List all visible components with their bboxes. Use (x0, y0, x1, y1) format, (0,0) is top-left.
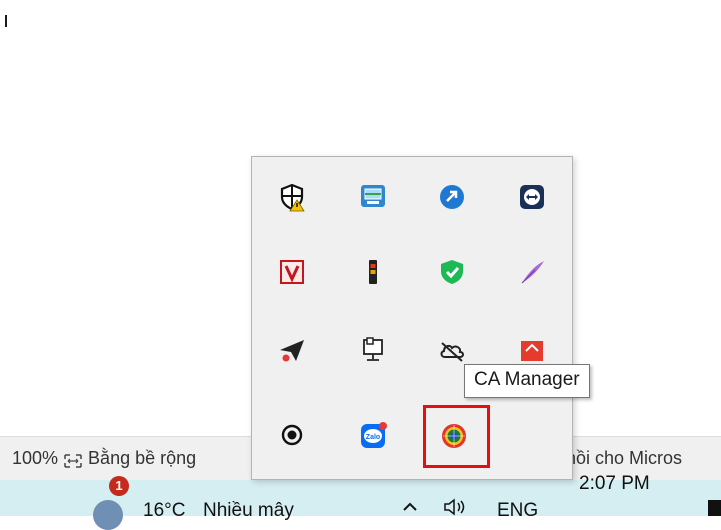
record-circle-icon[interactable] (272, 415, 312, 455)
status-right-text: hồi cho Micros (566, 448, 683, 468)
zoom-level[interactable]: 100% (12, 448, 58, 469)
clock-time[interactable]: 2:07 PM (579, 473, 650, 495)
zalo-icon[interactable]: Zalo (353, 415, 393, 455)
window-edge-mark (5, 15, 7, 27)
svg-text:Zalo: Zalo (366, 434, 380, 441)
teamviewer-icon[interactable] (512, 177, 552, 217)
temperature-text[interactable]: 16°C (143, 500, 185, 522)
tooltip: CA Manager (464, 364, 590, 398)
windows-security-warning-icon[interactable] (272, 177, 312, 217)
network-monitor-icon[interactable] (353, 330, 393, 370)
language-indicator[interactable]: ENG (497, 500, 538, 522)
fit-width-label[interactable]: Bằng bề rộng (88, 448, 196, 469)
telegram-send-icon[interactable] (272, 330, 312, 370)
notification-badge: 1 (109, 476, 129, 496)
status-left-group: 100% Bằng bề rộng (12, 448, 196, 469)
selection-highlight (423, 405, 490, 468)
blue-square-app-icon[interactable] (432, 177, 472, 217)
weather-text[interactable]: Nhiều mây (203, 500, 294, 522)
usb-device-icon[interactable] (353, 252, 393, 292)
v-logo-app-icon[interactable] (272, 252, 312, 292)
purple-feather-icon[interactable] (512, 252, 552, 292)
green-shield-antivirus-icon[interactable] (432, 252, 472, 292)
chevron-up-icon[interactable] (403, 498, 417, 516)
remote-desktop-manager-icon[interactable] (353, 177, 393, 217)
fit-width-icon[interactable] (64, 452, 82, 468)
volume-icon[interactable] (443, 498, 469, 521)
taskbar-edge-mark (708, 500, 721, 516)
weather-widget-icon[interactable] (93, 500, 123, 530)
taskbar: 1 16°C Nhiều mây ENG 2:07 PM (0, 473, 721, 530)
